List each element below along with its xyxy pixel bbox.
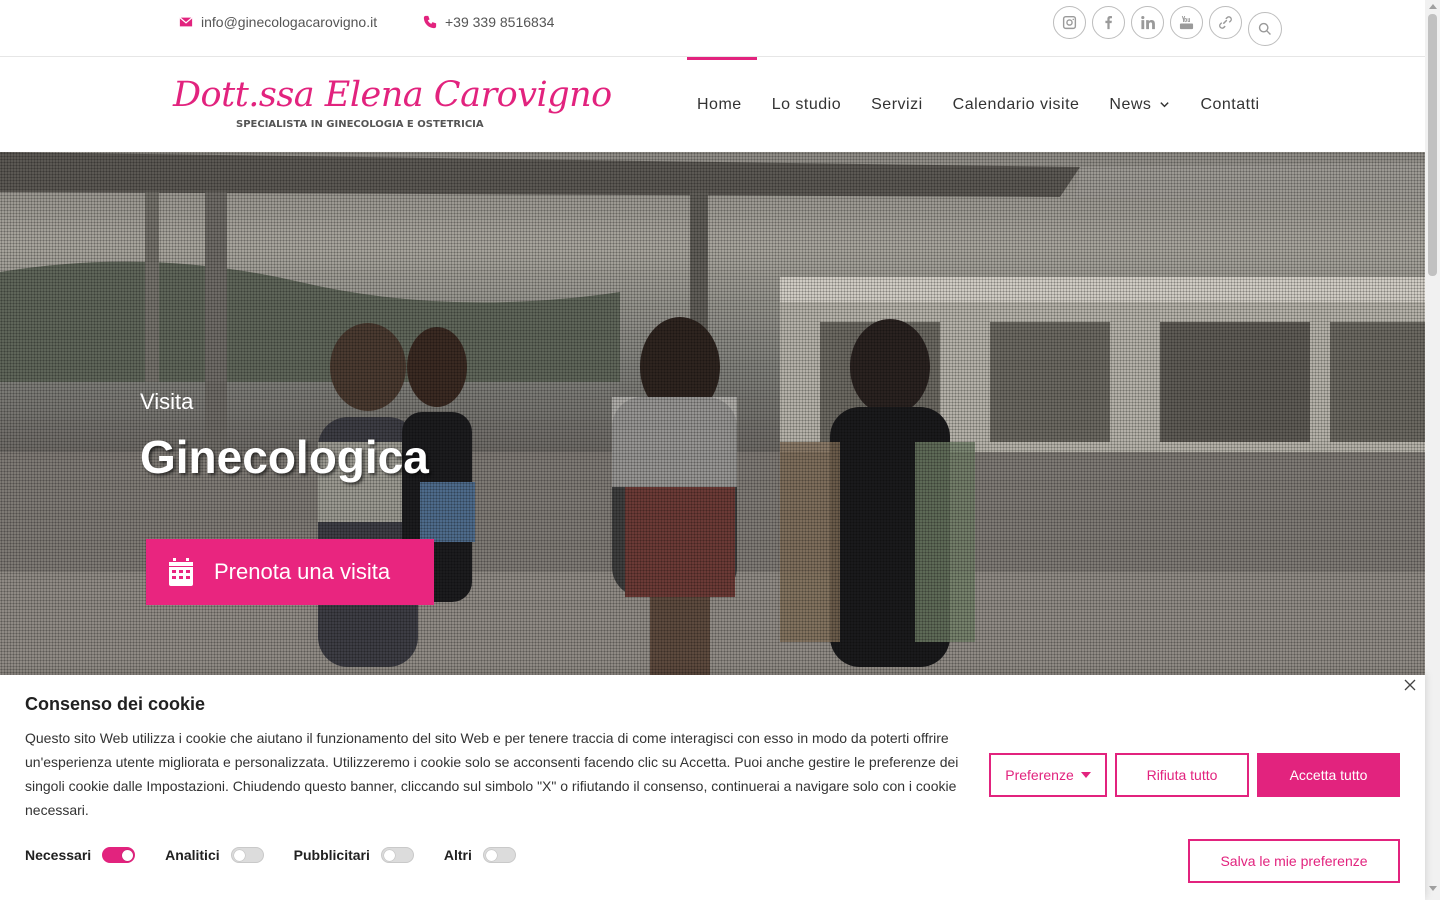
accept-all-button[interactable]: Accetta tutto: [1257, 753, 1400, 797]
site-logo[interactable]: Dott.ssa Elena Carovigno SPECIALISTA IN …: [143, 57, 612, 153]
calendar-icon: [169, 558, 193, 586]
chevron-down-icon: [1160, 102, 1170, 108]
scroll-down-arrow-icon[interactable]: [1429, 886, 1437, 891]
toggle-analitici: Analitici: [165, 847, 264, 863]
switch-knob: [383, 850, 395, 861]
caret-down-icon: [1080, 772, 1091, 778]
toggle-label: Altri: [443, 847, 472, 863]
nav-item-label: Contatti: [1200, 95, 1260, 113]
analitici-switch[interactable]: [230, 847, 264, 863]
save-preferences-button[interactable]: Salva le mie preferenze: [1188, 839, 1400, 883]
scroll-up-arrow-icon[interactable]: [1429, 4, 1437, 9]
cookie-description: Questo sito Web utilizza i cookie che ai…: [25, 730, 959, 818]
nav-item-lo-studio[interactable]: Lo studio: [757, 57, 856, 152]
top-bar: info@ginecologacarovigno.it +39 339 8516…: [0, 0, 1425, 57]
toggle-label: Necessari: [25, 847, 92, 863]
main-header: Dott.ssa Elena Carovigno SPECIALISTA IN …: [0, 57, 1425, 153]
close-icon: [1404, 679, 1416, 691]
scroll-thumb[interactable]: [1428, 14, 1437, 276]
link-icon: [1219, 16, 1232, 29]
switch-knob: [485, 850, 497, 861]
nav-item-contatti[interactable]: Contatti: [1185, 57, 1274, 152]
preferences-button[interactable]: Preferenze: [989, 753, 1107, 797]
main-nav: Home Lo studio Servizi Calendario visite…: [682, 57, 1275, 152]
nav-item-label: Home: [697, 95, 742, 113]
logo-name: Dott.ssa Elena Carovigno: [173, 75, 612, 115]
phone-contact[interactable]: +39 339 8516834: [423, 14, 554, 30]
nav-item-label: Calendario visite: [952, 95, 1080, 113]
link-button[interactable]: [1209, 6, 1242, 39]
linkedin-icon: [1141, 15, 1155, 30]
email-text[interactable]: info@ginecologacarovigno.it: [201, 14, 377, 30]
instagram-icon: [1062, 15, 1077, 30]
facebook-icon: [1105, 15, 1112, 30]
toggle-pubblicitari: Pubblicitari: [294, 847, 414, 863]
page-scrollbar[interactable]: [1425, 0, 1440, 900]
youtube-icon: [1179, 15, 1194, 30]
social-links: [1053, 6, 1242, 39]
switch-knob: [122, 850, 134, 861]
reject-all-label: Rifiuta tutto: [1146, 767, 1218, 783]
search-icon: [1258, 22, 1271, 35]
instagram-button[interactable]: [1053, 6, 1086, 39]
book-visit-button[interactable]: Prenota una visita: [146, 539, 434, 605]
email-contact[interactable]: info@ginecologacarovigno.it: [179, 14, 377, 30]
nav-item-home[interactable]: Home: [682, 57, 757, 152]
nav-item-label: News: [1109, 95, 1152, 113]
nav-item-news[interactable]: News: [1094, 57, 1185, 152]
hero-title: Ginecologica: [140, 431, 429, 483]
necessari-switch[interactable]: [102, 847, 136, 863]
toggle-altri: Altri: [444, 847, 516, 863]
nav-item-servizi[interactable]: Servizi: [856, 57, 938, 152]
cookie-banner: Consenso dei cookie Questo sito Web util…: [0, 675, 1425, 900]
book-visit-label: Prenota una visita: [214, 559, 391, 584]
logo-subtitle: SPECIALISTA IN GINECOLOGIA E OSTETRICIA: [236, 119, 484, 130]
nav-item-label: Servizi: [871, 95, 923, 113]
pubblicitari-switch[interactable]: [380, 847, 414, 863]
hero-banner: Visita Ginecologica Prenota una visita: [0, 152, 1425, 675]
facebook-button[interactable]: [1092, 6, 1125, 39]
phone-text[interactable]: +39 339 8516834: [445, 14, 554, 30]
phone-icon: [423, 15, 437, 29]
switch-knob: [233, 850, 245, 861]
cookie-category-toggles: Necessari Analitici Pubblicitari Altri: [25, 847, 546, 863]
reject-all-button[interactable]: Rifiuta tutto: [1115, 753, 1249, 797]
save-preferences-label: Salva le mie preferenze: [1220, 853, 1368, 869]
nav-item-label: Lo studio: [771, 95, 842, 113]
cookie-title: Consenso dei cookie: [25, 694, 206, 714]
cookie-close-button[interactable]: [1404, 678, 1418, 692]
youtube-button[interactable]: [1170, 6, 1203, 39]
search-button[interactable]: [1248, 12, 1282, 46]
preferences-label: Preferenze: [1005, 767, 1074, 783]
altri-switch[interactable]: [482, 847, 516, 863]
hero-pretitle: Visita: [140, 389, 194, 414]
envelope-icon: [179, 17, 193, 27]
nav-item-calendario-visite[interactable]: Calendario visite: [938, 57, 1095, 152]
toggle-label: Pubblicitari: [293, 847, 370, 863]
toggle-label: Analitici: [165, 847, 220, 863]
accept-all-label: Accetta tutto: [1289, 767, 1368, 783]
linkedin-button[interactable]: [1131, 6, 1164, 39]
toggle-necessari: Necessari: [25, 847, 136, 863]
